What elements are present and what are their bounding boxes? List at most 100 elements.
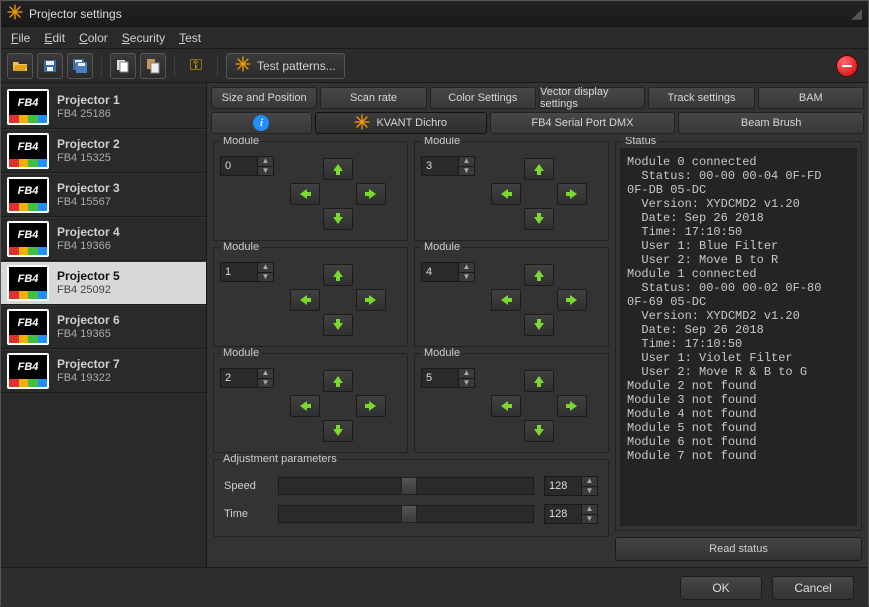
projector-item[interactable]: FB4 Projector 7 FB4 19322 xyxy=(1,349,206,393)
projector-list: FB4 Projector 1 FB4 25186 FB4 Projector … xyxy=(1,83,207,567)
arrow-up-button[interactable] xyxy=(323,158,353,180)
module-value[interactable] xyxy=(422,369,458,387)
projector-thumb: FB4 xyxy=(7,309,49,345)
arrow-down-button[interactable] xyxy=(323,314,353,336)
spin-down-icon[interactable]: ▼ xyxy=(257,167,273,176)
module-value[interactable] xyxy=(221,263,257,281)
open-button[interactable] xyxy=(7,53,33,79)
spark-icon xyxy=(235,56,251,75)
projector-item[interactable]: FB4 Projector 1 FB4 25186 xyxy=(1,85,206,129)
tab-fb4-serial-port-dmx[interactable]: FB4 Serial Port DMX xyxy=(490,112,676,134)
module-value[interactable] xyxy=(422,157,458,175)
arrow-down-button[interactable] xyxy=(524,208,554,230)
arrow-left-button[interactable] xyxy=(290,183,320,205)
module-group: Module ▲▼ xyxy=(213,353,408,453)
tab-bam[interactable]: BAM xyxy=(758,87,864,109)
cancel-button[interactable]: Cancel xyxy=(772,576,854,600)
module-spinner[interactable]: ▲▼ xyxy=(220,368,274,388)
copy-button[interactable] xyxy=(110,53,136,79)
arrow-up-button[interactable] xyxy=(323,264,353,286)
arrow-left-button[interactable] xyxy=(491,289,521,311)
key-icon[interactable]: ⚿ xyxy=(183,53,209,79)
module-value[interactable] xyxy=(422,263,458,281)
arrow-up-button[interactable] xyxy=(323,370,353,392)
tab-scan-rate[interactable]: Scan rate xyxy=(320,87,426,109)
arrow-left-button[interactable] xyxy=(290,395,320,417)
tab-color-settings[interactable]: Color Settings xyxy=(430,87,536,109)
arrow-down-button[interactable] xyxy=(524,420,554,442)
arrow-left-button[interactable] xyxy=(491,395,521,417)
tab-info[interactable]: i xyxy=(211,112,312,134)
adj-slider[interactable] xyxy=(278,505,534,523)
menu-color[interactable]: Color xyxy=(79,31,108,45)
app-icon xyxy=(7,4,23,23)
adj-value[interactable] xyxy=(545,477,581,495)
tab-beam-brush[interactable]: Beam Brush xyxy=(678,112,864,134)
module-label: Module xyxy=(421,137,463,147)
arrow-down-button[interactable] xyxy=(524,314,554,336)
read-status-button[interactable]: Read status xyxy=(615,537,862,561)
adjustment-group: Adjustment parameters Speed ▲▼ Time ▲▼ xyxy=(213,459,609,537)
arrow-up-button[interactable] xyxy=(524,158,554,180)
arrow-right-button[interactable] xyxy=(557,183,587,205)
adj-spinner[interactable]: ▲▼ xyxy=(544,476,598,496)
tab-vector-display-settings[interactable]: Vector display settings xyxy=(539,87,645,109)
spin-down-icon[interactable]: ▼ xyxy=(257,273,273,282)
spin-down-icon[interactable]: ▼ xyxy=(581,487,597,496)
module-group: Module ▲▼ xyxy=(414,247,609,347)
shade-icon[interactable]: ◢ xyxy=(851,5,862,22)
module-label: Module xyxy=(421,347,463,359)
test-patterns-button[interactable]: Test patterns... xyxy=(226,53,345,79)
tab-track-settings[interactable]: Track settings xyxy=(648,87,754,109)
arrow-right-button[interactable] xyxy=(356,395,386,417)
arrow-right-button[interactable] xyxy=(356,289,386,311)
module-value[interactable] xyxy=(221,157,257,175)
projector-item[interactable]: FB4 Projector 2 FB4 15325 xyxy=(1,129,206,173)
module-value[interactable] xyxy=(221,369,257,387)
menu-file[interactable]: File xyxy=(11,31,30,45)
spin-down-icon[interactable]: ▼ xyxy=(257,379,273,388)
menu-security[interactable]: Security xyxy=(122,31,165,45)
spin-down-icon[interactable]: ▼ xyxy=(581,515,597,524)
arrow-right-button[interactable] xyxy=(557,289,587,311)
arrow-right-button[interactable] xyxy=(356,183,386,205)
toolbar: ⚿ Test patterns... xyxy=(1,49,868,83)
menu-edit[interactable]: Edit xyxy=(44,31,65,45)
adj-value[interactable] xyxy=(545,505,581,523)
arrow-down-button[interactable] xyxy=(323,420,353,442)
projector-item[interactable]: FB4 Projector 5 FB4 25092 xyxy=(1,261,206,305)
tab-size-and-position[interactable]: Size and Position xyxy=(211,87,317,109)
paste-button[interactable] xyxy=(140,53,166,79)
module-label: Module xyxy=(421,241,463,253)
tab-kvant-dichro[interactable]: KVANT Dichro xyxy=(315,112,487,134)
save-button[interactable] xyxy=(37,53,63,79)
arrow-up-button[interactable] xyxy=(524,370,554,392)
ok-button[interactable]: OK xyxy=(680,576,762,600)
projector-item[interactable]: FB4 Projector 4 FB4 19366 xyxy=(1,217,206,261)
projector-name: Projector 1 xyxy=(57,93,120,107)
module-spinner[interactable]: ▲▼ xyxy=(220,262,274,282)
projector-name: Projector 4 xyxy=(57,225,120,239)
projector-item[interactable]: FB4 Projector 6 FB4 19365 xyxy=(1,305,206,349)
stop-button[interactable] xyxy=(836,55,858,77)
spin-down-icon[interactable]: ▼ xyxy=(458,379,474,388)
menu-test[interactable]: Test xyxy=(179,31,201,45)
arrow-up-button[interactable] xyxy=(524,264,554,286)
projector-thumb: FB4 xyxy=(7,133,49,169)
adj-slider[interactable] xyxy=(278,477,534,495)
saveas-button[interactable] xyxy=(67,53,93,79)
spin-down-icon[interactable]: ▼ xyxy=(458,167,474,176)
spin-down-icon[interactable]: ▼ xyxy=(458,273,474,282)
adj-spinner[interactable]: ▲▼ xyxy=(544,504,598,524)
arrow-left-button[interactable] xyxy=(290,289,320,311)
module-spinner[interactable]: ▲▼ xyxy=(421,156,475,176)
module-spinner[interactable]: ▲▼ xyxy=(421,262,475,282)
arrow-down-button[interactable] xyxy=(323,208,353,230)
status-title: Status xyxy=(622,137,659,147)
arrow-left-button[interactable] xyxy=(491,183,521,205)
module-spinner[interactable]: ▲▼ xyxy=(220,156,274,176)
module-spinner[interactable]: ▲▼ xyxy=(421,368,475,388)
projector-item[interactable]: FB4 Projector 3 FB4 15567 xyxy=(1,173,206,217)
module-label: Module xyxy=(220,137,262,147)
arrow-right-button[interactable] xyxy=(557,395,587,417)
